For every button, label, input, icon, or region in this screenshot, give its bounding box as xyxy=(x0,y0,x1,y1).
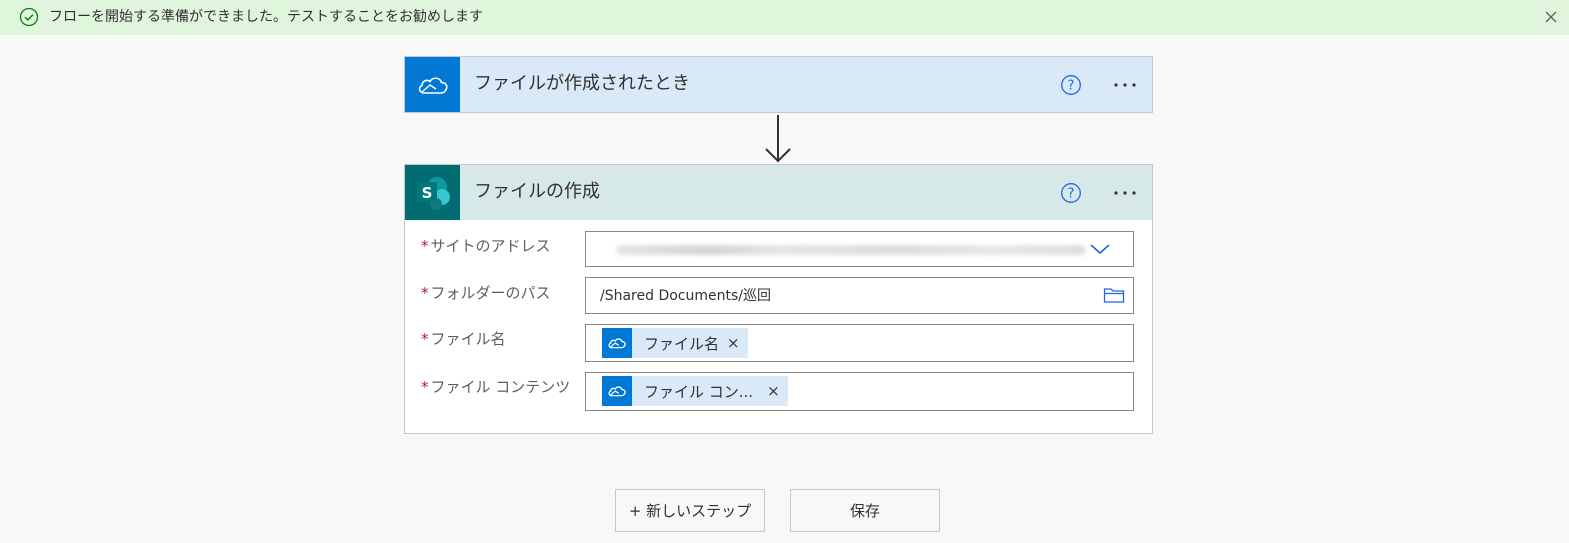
folder-path-value: /Shared Documents/巡回 xyxy=(600,288,771,304)
folder-icon[interactable] xyxy=(1103,286,1125,304)
svg-text:?: ? xyxy=(1068,187,1075,202)
trigger-card-header[interactable]: ファイルが作成されたとき ? xyxy=(405,57,1152,112)
help-icon[interactable]: ? xyxy=(1060,182,1082,204)
required-marker: * xyxy=(421,284,429,302)
site-address-dropdown[interactable] xyxy=(585,231,1134,267)
required-marker: * xyxy=(421,330,429,348)
svg-text:S: S xyxy=(421,184,432,202)
site-address-value-redacted xyxy=(616,245,1086,255)
save-button[interactable]: 保存 xyxy=(790,489,940,532)
trigger-card[interactable]: ファイルが作成されたとき ? xyxy=(404,56,1153,113)
check-circle-icon xyxy=(19,7,39,27)
file-content-label-text: ファイル コンテンツ xyxy=(430,378,571,396)
onedrive-cloud-icon xyxy=(602,376,632,406)
flow-arrow-icon xyxy=(765,115,791,163)
trigger-title: ファイルが作成されたとき xyxy=(474,73,690,94)
file-name-token-label: ファイル名 xyxy=(644,334,720,353)
action-card[interactable]: S ファイルの作成 ? * サイトのアドレス * フォルダーのパス /Shared … xyxy=(404,164,1153,434)
banner-message: フローを開始する準備ができました。テストすることをお勧めします xyxy=(49,9,483,25)
new-step-button[interactable]: + 新しいステップ xyxy=(615,489,765,532)
file-name-token[interactable]: ファイル名 × xyxy=(602,328,748,358)
svg-text:?: ? xyxy=(1068,79,1075,94)
required-marker: * xyxy=(421,237,429,255)
file-name-input[interactable]: ファイル名 × xyxy=(585,324,1134,362)
required-marker: * xyxy=(421,378,429,396)
remove-token-button[interactable]: × xyxy=(727,333,740,353)
file-content-token[interactable]: ファイル コン... × xyxy=(602,376,788,406)
file-content-token-label: ファイル コン... xyxy=(644,382,754,401)
onedrive-cloud-icon xyxy=(405,57,460,112)
remove-token-button[interactable]: × xyxy=(767,381,780,401)
more-options-icon[interactable] xyxy=(1110,74,1140,96)
chevron-down-icon[interactable] xyxy=(1089,241,1111,257)
action-title: ファイルの作成 xyxy=(474,181,600,202)
file-name-label-text: ファイル名 xyxy=(430,330,506,348)
help-icon[interactable]: ? xyxy=(1060,74,1082,96)
close-icon[interactable] xyxy=(1541,7,1561,27)
folder-path-label-text: フォルダーのパス xyxy=(430,284,551,302)
site-address-label: * サイトのアドレス xyxy=(421,236,551,256)
file-name-label: * ファイル名 xyxy=(421,329,506,349)
more-options-icon[interactable] xyxy=(1110,182,1140,204)
file-content-input[interactable]: ファイル コン... × xyxy=(585,372,1134,411)
file-content-label: * ファイル コンテンツ xyxy=(421,377,570,397)
action-card-header[interactable]: S ファイルの作成 ? xyxy=(405,165,1152,220)
sharepoint-icon: S xyxy=(405,165,460,220)
onedrive-cloud-icon xyxy=(602,328,632,358)
folder-path-label: * フォルダーのパス xyxy=(421,283,551,303)
site-address-label-text: サイトのアドレス xyxy=(430,237,551,255)
success-banner: フローを開始する準備ができました。テストすることをお勧めします xyxy=(0,0,1569,35)
folder-path-input[interactable]: /Shared Documents/巡回 xyxy=(585,277,1134,314)
